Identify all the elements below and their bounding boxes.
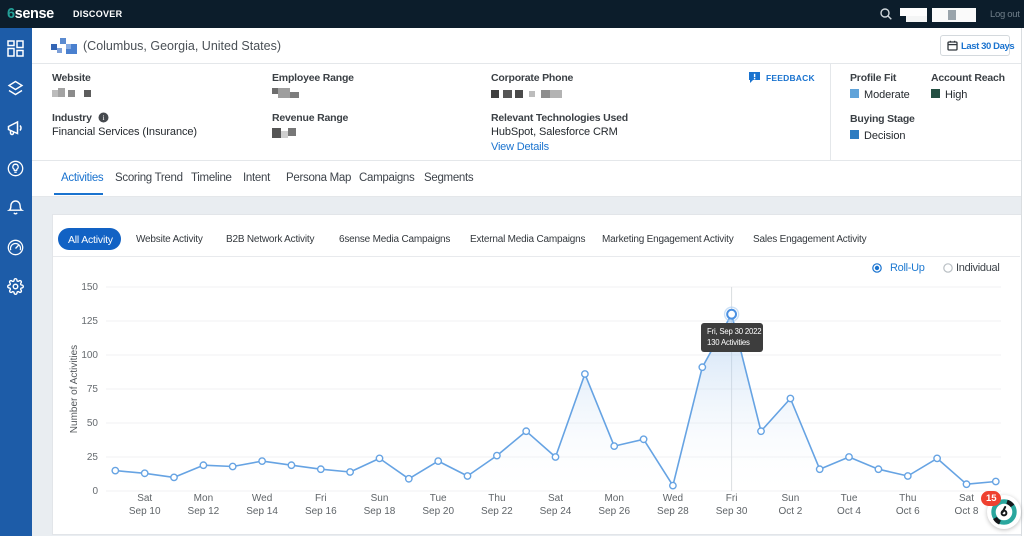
svg-text:Sep 24: Sep 24 <box>540 506 572 517</box>
svg-text:Sep 12: Sep 12 <box>188 506 220 517</box>
svg-text:150: 150 <box>81 282 98 293</box>
svg-text:Tue: Tue <box>841 493 858 504</box>
svg-text:125: 125 <box>81 316 98 327</box>
svg-text:Sep 20: Sep 20 <box>422 506 454 517</box>
svg-text:Sat: Sat <box>137 493 152 504</box>
svg-text:Sep 26: Sep 26 <box>598 506 630 517</box>
svg-text:Tue: Tue <box>430 493 447 504</box>
svg-text:Sep 10: Sep 10 <box>129 506 161 517</box>
svg-text:Sat: Sat <box>548 493 563 504</box>
svg-text:Sep 16: Sep 16 <box>305 506 337 517</box>
svg-text:Sun: Sun <box>782 493 800 504</box>
svg-text:0: 0 <box>92 486 98 497</box>
svg-text:75: 75 <box>87 384 99 395</box>
svg-text:Oct 2: Oct 2 <box>778 506 802 517</box>
svg-text:Wed: Wed <box>663 493 683 504</box>
svg-text:Oct 6: Oct 6 <box>896 506 920 517</box>
svg-text:Sep 28: Sep 28 <box>657 506 689 517</box>
svg-text:Fri: Fri <box>315 493 327 504</box>
svg-text:Oct 8: Oct 8 <box>955 506 979 517</box>
svg-text:50: 50 <box>87 418 99 429</box>
svg-text:Mon: Mon <box>194 493 213 504</box>
svg-text:Sep 30: Sep 30 <box>716 506 748 517</box>
svg-text:Sun: Sun <box>371 493 389 504</box>
svg-text:Oct 4: Oct 4 <box>837 506 861 517</box>
svg-text:Sep 22: Sep 22 <box>481 506 513 517</box>
svg-text:Sat: Sat <box>959 493 974 504</box>
svg-text:25: 25 <box>87 452 99 463</box>
svg-text:Thu: Thu <box>899 493 916 504</box>
svg-text:Mon: Mon <box>604 493 623 504</box>
svg-text:Sep 14: Sep 14 <box>246 506 278 517</box>
svg-text:100: 100 <box>81 350 98 361</box>
svg-text:Thu: Thu <box>488 493 505 504</box>
svg-text:Wed: Wed <box>252 493 272 504</box>
svg-text:Sep 18: Sep 18 <box>364 506 396 517</box>
svg-text:Number of Activities: Number of Activities <box>69 345 80 433</box>
svg-text:Fri: Fri <box>726 493 738 504</box>
